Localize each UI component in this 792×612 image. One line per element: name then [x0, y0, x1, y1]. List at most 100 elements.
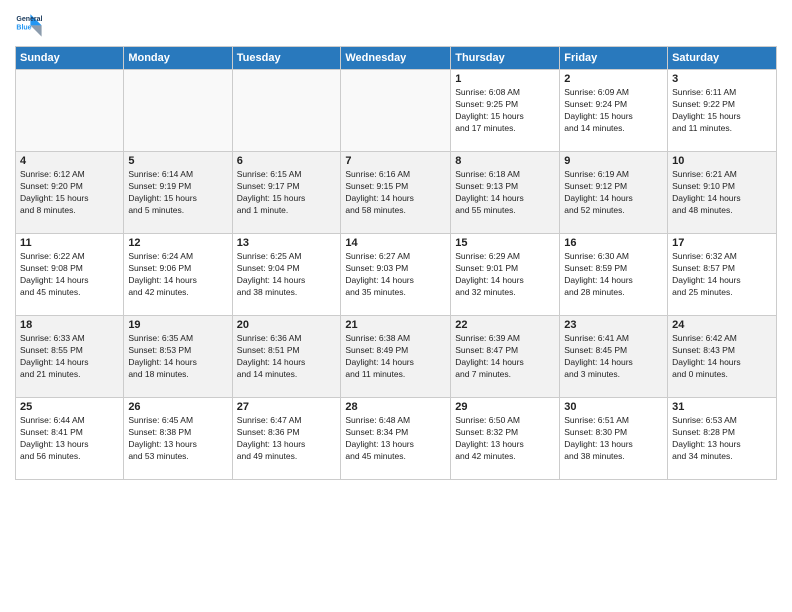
- day-info: Sunrise: 6:24 AM Sunset: 9:06 PM Dayligh…: [128, 251, 227, 299]
- day-number: 16: [564, 237, 663, 249]
- weekday-friday: Friday: [560, 47, 668, 70]
- weekday-tuesday: Tuesday: [232, 47, 341, 70]
- calendar-cell: 29 Sunrise: 6:50 AM Sunset: 8:32 PM Dayli…: [451, 398, 560, 480]
- day-number: 6: [237, 155, 337, 167]
- weekday-header-row: SundayMondayTuesdayWednesdayThursdayFrid…: [16, 47, 777, 70]
- calendar-cell: 9Sunrise: 6:19 AM Sunset: 9:12 PM Daylig…: [560, 152, 668, 234]
- day-info: Sunrise: 6:35 AM Sunset: 8:53 PM Dayligh…: [128, 333, 227, 381]
- day-info: Sunrise: 6:33 AM Sunset: 8:55 PM Dayligh…: [20, 333, 119, 381]
- day-info: Sunrise: 6:41 AM Sunset: 8:45 PM Dayligh…: [564, 333, 663, 381]
- day-number: 12: [128, 237, 227, 249]
- day-info: Sunrise: 6:15 AM Sunset: 9:17 PM Dayligh…: [237, 169, 337, 217]
- day-number: 29: [455, 401, 555, 413]
- calendar-cell: 8 Sunrise: 6:18 AM Sunset: 9:13 PM Daylig…: [451, 152, 560, 234]
- weekday-monday: Monday: [124, 47, 232, 70]
- day-number: 19: [128, 319, 227, 331]
- day-info: Sunrise: 6:29 AM Sunset: 9:01 PM Dayligh…: [455, 251, 555, 299]
- day-number: 13: [237, 237, 337, 249]
- day-number: 24: [672, 319, 772, 331]
- day-info: Sunrise: 6:16 AM Sunset: 9:15 PM Dayligh…: [345, 169, 446, 217]
- day-info: Sunrise: 6:14 AM Sunset: 9:19 PM Dayligh…: [128, 169, 227, 217]
- calendar-cell: 2 Sunrise: 6:09 AM Sunset: 9:24 PM Daylig…: [560, 70, 668, 152]
- svg-text:General: General: [16, 16, 42, 23]
- week-row-4: 18 Sunrise: 6:33 AM Sunset: 8:55 PM Dayli…: [16, 316, 777, 398]
- calendar-cell: 12 Sunrise: 6:24 AM Sunset: 9:06 PM Dayli…: [124, 234, 232, 316]
- day-number: 27: [237, 401, 337, 413]
- calendar-table: SundayMondayTuesdayWednesdayThursdayFrid…: [15, 46, 777, 480]
- week-row-1: 1 Sunrise: 6:08 AM Sunset: 9:25 PM Daylig…: [16, 70, 777, 152]
- day-number: 10: [672, 155, 772, 167]
- day-number: 1: [455, 73, 555, 85]
- calendar-cell: 25Sunrise: 6:44 AM Sunset: 8:41 PM Dayli…: [16, 398, 124, 480]
- calendar-cell: 6 Sunrise: 6:15 AM Sunset: 9:17 PM Daylig…: [232, 152, 341, 234]
- calendar-cell: 5 Sunrise: 6:14 AM Sunset: 9:19 PM Daylig…: [124, 152, 232, 234]
- day-info: Sunrise: 6:12 AM Sunset: 9:20 PM Dayligh…: [20, 169, 119, 217]
- day-info: Sunrise: 6:45 AM Sunset: 8:38 PM Dayligh…: [128, 415, 227, 463]
- day-number: 26: [128, 401, 227, 413]
- day-info: Sunrise: 6:48 AM Sunset: 8:34 PM Dayligh…: [345, 415, 446, 463]
- day-number: 5: [128, 155, 227, 167]
- day-info: Sunrise: 6:08 AM Sunset: 9:25 PM Dayligh…: [455, 87, 555, 135]
- day-number: 28: [345, 401, 446, 413]
- day-info: Sunrise: 6:36 AM Sunset: 8:51 PM Dayligh…: [237, 333, 337, 381]
- calendar-cell: [232, 70, 341, 152]
- day-info: Sunrise: 6:38 AM Sunset: 8:49 PM Dayligh…: [345, 333, 446, 381]
- day-info: Sunrise: 6:53 AM Sunset: 8:28 PM Dayligh…: [672, 415, 772, 463]
- calendar-cell: 18 Sunrise: 6:33 AM Sunset: 8:55 PM Dayli…: [16, 316, 124, 398]
- calendar-cell: 7 Sunrise: 6:16 AM Sunset: 9:15 PM Daylig…: [341, 152, 451, 234]
- day-info: Sunrise: 6:47 AM Sunset: 8:36 PM Dayligh…: [237, 415, 337, 463]
- calendar-cell: 28 Sunrise: 6:48 AM Sunset: 8:34 PM Dayli…: [341, 398, 451, 480]
- svg-text:Blue: Blue: [16, 25, 31, 32]
- calendar-cell: 20Sunrise: 6:36 AM Sunset: 8:51 PM Dayli…: [232, 316, 341, 398]
- calendar-cell: 23Sunrise: 6:41 AM Sunset: 8:45 PM Dayli…: [560, 316, 668, 398]
- calendar-cell: 3 Sunrise: 6:11 AM Sunset: 9:22 PM Daylig…: [668, 70, 777, 152]
- calendar-cell: 17 Sunrise: 6:32 AM Sunset: 8:57 PM Dayli…: [668, 234, 777, 316]
- calendar-cell: [124, 70, 232, 152]
- day-info: Sunrise: 6:32 AM Sunset: 8:57 PM Dayligh…: [672, 251, 772, 299]
- day-number: 4: [20, 155, 119, 167]
- day-number: 22: [455, 319, 555, 331]
- day-number: 21: [345, 319, 446, 331]
- logo: General Blue: [15, 10, 43, 38]
- calendar-cell: 15 Sunrise: 6:29 AM Sunset: 9:01 PM Dayli…: [451, 234, 560, 316]
- calendar-cell: 30 Sunrise: 6:51 AM Sunset: 8:30 PM Dayli…: [560, 398, 668, 480]
- week-row-5: 25Sunrise: 6:44 AM Sunset: 8:41 PM Dayli…: [16, 398, 777, 480]
- weekday-saturday: Saturday: [668, 47, 777, 70]
- calendar-cell: 10Sunrise: 6:21 AM Sunset: 9:10 PM Dayli…: [668, 152, 777, 234]
- weekday-wednesday: Wednesday: [341, 47, 451, 70]
- day-number: 18: [20, 319, 119, 331]
- day-info: Sunrise: 6:22 AM Sunset: 9:08 PM Dayligh…: [20, 251, 119, 299]
- day-number: 15: [455, 237, 555, 249]
- day-info: Sunrise: 6:25 AM Sunset: 9:04 PM Dayligh…: [237, 251, 337, 299]
- day-number: 3: [672, 73, 772, 85]
- calendar-cell: 22 Sunrise: 6:39 AM Sunset: 8:47 PM Dayli…: [451, 316, 560, 398]
- page: General Blue SundayMondayTuesdayWednesda…: [0, 0, 792, 612]
- calendar-cell: 1 Sunrise: 6:08 AM Sunset: 9:25 PM Daylig…: [451, 70, 560, 152]
- calendar-cell: 19 Sunrise: 6:35 AM Sunset: 8:53 PM Dayli…: [124, 316, 232, 398]
- day-number: 7: [345, 155, 446, 167]
- day-number: 17: [672, 237, 772, 249]
- day-number: 2: [564, 73, 663, 85]
- calendar-cell: [16, 70, 124, 152]
- calendar-cell: 27 Sunrise: 6:47 AM Sunset: 8:36 PM Dayli…: [232, 398, 341, 480]
- calendar-cell: 26 Sunrise: 6:45 AM Sunset: 8:38 PM Dayli…: [124, 398, 232, 480]
- day-number: 8: [455, 155, 555, 167]
- day-number: 30: [564, 401, 663, 413]
- calendar-cell: [341, 70, 451, 152]
- day-number: 11: [20, 237, 119, 249]
- day-info: Sunrise: 6:39 AM Sunset: 8:47 PM Dayligh…: [455, 333, 555, 381]
- calendar-cell: 14Sunrise: 6:27 AM Sunset: 9:03 PM Dayli…: [341, 234, 451, 316]
- day-info: Sunrise: 6:51 AM Sunset: 8:30 PM Dayligh…: [564, 415, 663, 463]
- day-number: 25: [20, 401, 119, 413]
- day-info: Sunrise: 6:19 AM Sunset: 9:12 PM Dayligh…: [564, 169, 663, 217]
- week-row-3: 11 Sunrise: 6:22 AM Sunset: 9:08 PM Dayli…: [16, 234, 777, 316]
- calendar-cell: 21 Sunrise: 6:38 AM Sunset: 8:49 PM Dayli…: [341, 316, 451, 398]
- calendar-cell: 31 Sunrise: 6:53 AM Sunset: 8:28 PM Dayli…: [668, 398, 777, 480]
- day-info: Sunrise: 6:09 AM Sunset: 9:24 PM Dayligh…: [564, 87, 663, 135]
- day-info: Sunrise: 6:50 AM Sunset: 8:32 PM Dayligh…: [455, 415, 555, 463]
- day-number: 31: [672, 401, 772, 413]
- day-info: Sunrise: 6:18 AM Sunset: 9:13 PM Dayligh…: [455, 169, 555, 217]
- week-row-2: 4 Sunrise: 6:12 AM Sunset: 9:20 PM Daylig…: [16, 152, 777, 234]
- calendar-cell: 13 Sunrise: 6:25 AM Sunset: 9:04 PM Dayli…: [232, 234, 341, 316]
- day-info: Sunrise: 6:11 AM Sunset: 9:22 PM Dayligh…: [672, 87, 772, 135]
